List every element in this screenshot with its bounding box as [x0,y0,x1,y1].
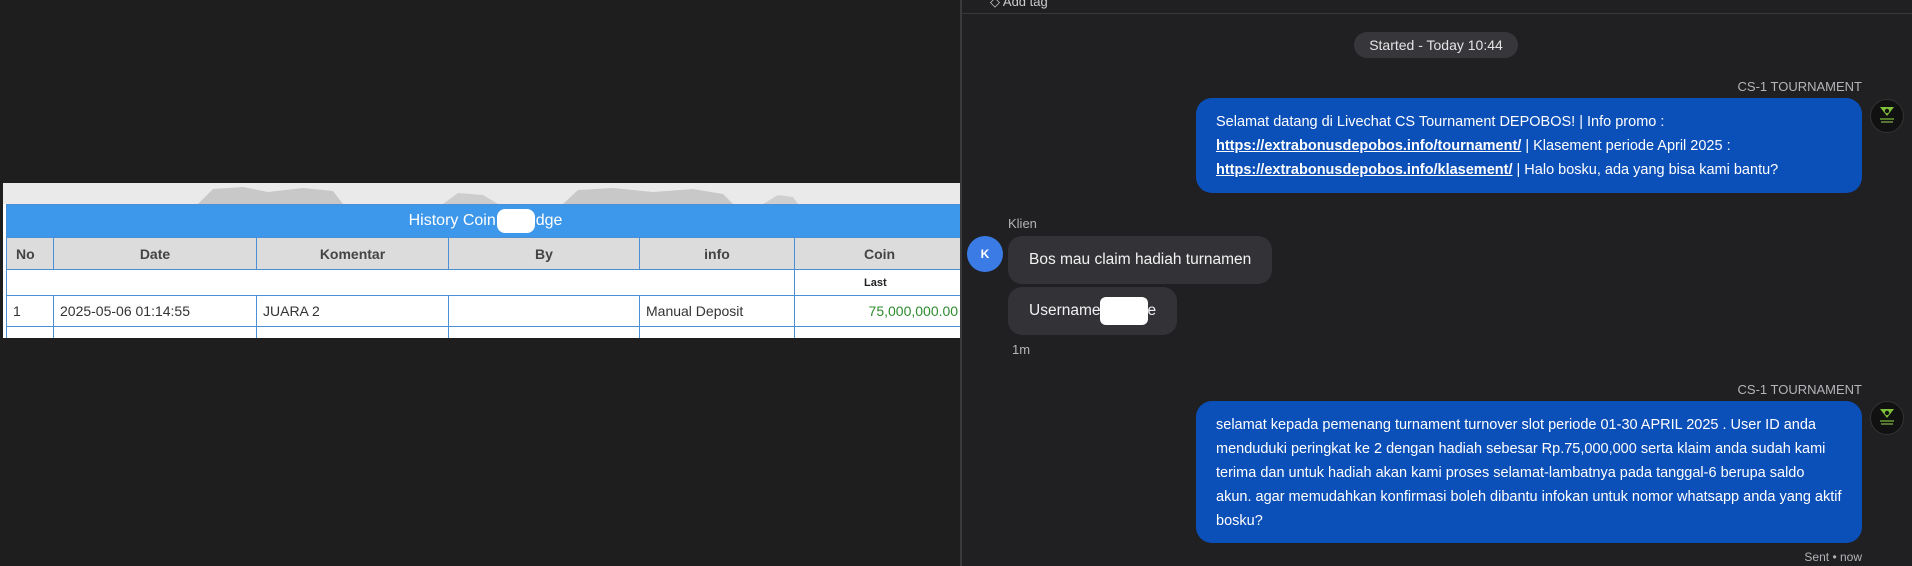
coin-history-screenshot: History Coin dge No Date Komentar By info… [3,183,960,338]
redaction-box [496,209,535,233]
message-text: e [1147,302,1157,319]
table-title-left: History Coin [408,212,496,230]
agent-avatar [1870,99,1904,133]
message-line: https://extrabonusdepobos.info/klasement… [1216,158,1842,182]
sub-header-last: Last [793,269,960,296]
agent-sender-label: CS-1 TOURNAMENT [1737,382,1862,397]
table-title: History Coin dge [5,204,960,238]
chat-started-badge: Started - Today 10:44 [1354,32,1518,58]
client-sender-label: Klien [1008,216,1037,231]
klasement-link[interactable]: https://extrabonusdepobos.info/klasement… [1216,162,1512,178]
column-header-by: By [448,237,640,270]
cell-by [448,295,640,327]
client-message-bubble: Username e [1008,287,1178,335]
client-message-bubble: Bos mau claim hadiah turnamen [1008,236,1273,284]
sub-header-blank [6,269,795,296]
client-avatar: K [967,236,1003,272]
message-sent-status: Sent • now [1804,550,1862,564]
message-line: Selamat datang di Livechat CS Tournament… [1216,114,1665,130]
cell-komentar: JUARA 2 [256,295,449,327]
cell-coin: 75,000,000.00 [793,295,960,327]
message-text: | Klasement periode April 2025 : [1521,138,1731,154]
cell-date: 2025-05-06 01:14:55 [53,295,257,327]
map-decoration-icon [198,187,798,204]
column-header-info: info [639,237,795,270]
tournament-link[interactable]: https://extrabonusdepobos.info/tournamen… [1216,138,1521,154]
add-tag-button[interactable]: ◇ Add tag [990,0,1048,10]
agent-sender-label: CS-1 TOURNAMENT [1737,79,1862,94]
column-header-coin: Coin [793,237,960,270]
message-text: | Halo bosku, ada yang bisa kami bantu? [1512,162,1779,178]
message-timestamp: 1m [1012,342,1031,357]
agent-message-bubble: Selamat datang di Livechat CS Tournament… [1196,98,1862,193]
coin-history-table: History Coin dge No Date Komentar By info… [5,204,960,338]
depobos-logo-icon [1880,409,1894,425]
agent-message-bubble: selamat kepada pemenang turnament turnov… [1196,401,1862,543]
message-line: https://extrabonusdepobos.info/tournamen… [1216,134,1842,158]
world-map-strip [3,183,960,204]
table-title-right: dge [535,212,563,230]
agent-avatar [1870,401,1904,435]
column-header-no: No [6,237,54,270]
chat-panel: ◇ Add tag Started - Today 10:44 CS-1 TOU… [962,0,1912,566]
cell-no: 1 [6,295,54,327]
depobos-logo-icon [1880,107,1894,123]
chat-top-bar: ◇ Add tag [962,0,1912,14]
column-header-komentar: Komentar [256,237,449,270]
message-text: Username [1029,302,1101,319]
cell-info: Manual Deposit [639,295,795,327]
column-header-date: Date [53,237,257,270]
left-pane: History Coin dge No Date Komentar By info… [0,0,960,566]
table-row-cutoff [6,326,960,338]
table-row: 1 2025-05-06 01:14:55 JUARA 2 Manual Dep… [6,295,960,327]
redaction-box [1099,296,1148,325]
